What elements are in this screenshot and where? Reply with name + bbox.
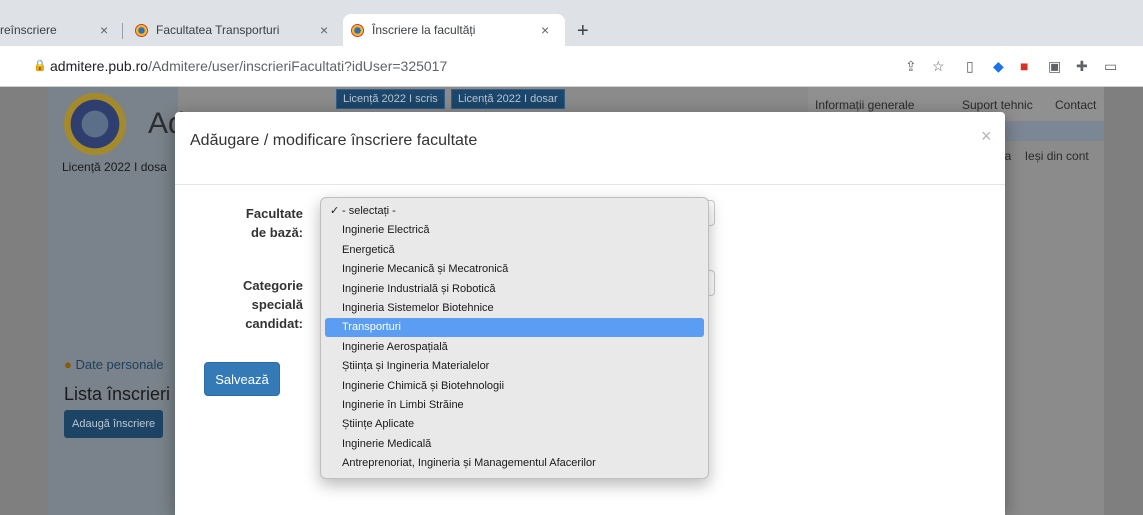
- extension-diamond-icon[interactable]: ◆: [993, 58, 1004, 75]
- faculty-label-line: Facultate: [245, 206, 303, 221]
- dropdown-option[interactable]: Inginerie Electrică: [325, 221, 704, 240]
- modal-title: Adăugare / modificare înscriere facultat…: [190, 132, 478, 149]
- upb-logo-icon: [135, 23, 148, 37]
- bookmark-star-icon[interactable]: ☆: [932, 58, 945, 75]
- session-label: Licență 2022 I dosa: [62, 160, 167, 174]
- nav-link-info[interactable]: Informații generale: [815, 98, 914, 112]
- dropdown-option-label: Antreprenoriat, Ingineria și Managementu…: [342, 457, 596, 470]
- dropdown-option-label: Inginerie Aerospațială: [342, 340, 448, 353]
- tab-label: Facultatea Transporturi: [156, 23, 280, 37]
- dropdown-option[interactable]: Știința și Ingineria Materialelor: [325, 357, 704, 376]
- close-icon[interactable]: ×: [981, 126, 992, 147]
- sidebar-icon[interactable]: ▭: [1104, 58, 1117, 75]
- dropdown-option-label: Știința și Ingineria Materialelor: [342, 360, 490, 373]
- dropdown-option-label: Energetică: [342, 243, 395, 256]
- puzzle-icon[interactable]: ✚: [1076, 58, 1088, 75]
- category-label-line: candidat:: [245, 316, 303, 331]
- url-host: admitere.pub.ro: [50, 58, 149, 74]
- share-icon[interactable]: ⇪: [905, 58, 917, 75]
- new-tab-button[interactable]: +: [577, 20, 589, 43]
- tab-label: Înscriere la facultăți: [372, 23, 476, 37]
- dropdown-option-label: Inginerie Chimică și Biotehnologii: [342, 379, 505, 392]
- dropdown-option[interactable]: ✓ - selectați -: [325, 202, 704, 221]
- add-inscriere-button[interactable]: Adaugă înscriere: [64, 410, 164, 438]
- close-tab-icon[interactable]: ×: [320, 22, 328, 38]
- dropdown-option-label: Ingineria Sistemelor Biotehnice: [342, 302, 494, 314]
- lock-icon[interactable]: 🔒: [33, 59, 47, 72]
- dropdown-option-label: Inginerie Industrială și Robotică: [342, 282, 496, 295]
- dropdown-option-label: Științe Aplicate: [342, 418, 415, 431]
- faculty-dropdown-list[interactable]: ✓ - selectați - Inginerie Electrică Energet…: [320, 197, 709, 479]
- address-bar[interactable]: 🔒 admitere.pub.ro/Admitere/user/inscrier…: [0, 46, 1143, 87]
- tab-separator: [122, 23, 123, 39]
- dropdown-option[interactable]: Ingineria Sistemelor Biotehnice: [325, 299, 704, 318]
- extension-red-icon[interactable]: ■: [1020, 58, 1028, 74]
- dropdown-option[interactable]: Inginerie Medicală: [325, 435, 704, 454]
- tab-label: reînscriere: [0, 23, 57, 37]
- category-label: Categorie specială candidat:: [215, 276, 303, 333]
- url-path: /Admitere/user/inscrieriFacultati?idUser…: [148, 58, 448, 74]
- tab-inscriere-facultati[interactable]: Înscriere la facultăți ×: [343, 14, 565, 46]
- url-text[interactable]: admitere.pub.ro/Admitere/user/inscrieriF…: [50, 58, 447, 74]
- user-links: la Ieși din cont: [1002, 149, 1099, 163]
- nav-link-contact[interactable]: Contact: [1055, 98, 1096, 112]
- extension-box-icon[interactable]: ▣: [1048, 58, 1061, 75]
- close-tab-icon[interactable]: ×: [541, 22, 549, 38]
- category-label-line: Categorie: [243, 278, 303, 293]
- modal-header: Adăugare / modificare înscriere facultat…: [175, 112, 1005, 185]
- dropdown-option-label: Inginerie Electrică: [342, 224, 430, 237]
- category-label-line: specială: [251, 297, 303, 312]
- lista-inscrieri-title: Lista înscrieri: [64, 384, 171, 404]
- date-personale-link[interactable]: ● Date personale: [64, 357, 164, 372]
- tab-facultatea-transporturi[interactable]: Facultatea Transporturi ×: [135, 14, 335, 46]
- tab-reinscriere[interactable]: reînscriere ×: [0, 14, 120, 46]
- save-button[interactable]: Salvează: [204, 362, 280, 396]
- left-band: [48, 87, 178, 515]
- dropdown-option[interactable]: Inginerie Industrială și Robotică: [325, 280, 704, 299]
- dropdown-option-label: Inginerie în Limbi Străine: [342, 399, 464, 411]
- checkmark-icon: ✓: [330, 205, 340, 217]
- warning-icon: ●: [64, 357, 72, 372]
- dropdown-option[interactable]: Inginerie Chimică și Biotehnologii: [325, 377, 704, 396]
- date-personale-label: Date personale: [75, 357, 164, 372]
- nav-link-support[interactable]: Suport tehnic: [962, 98, 1033, 112]
- dropdown-option-highlighted[interactable]: Transporturi: [325, 318, 704, 338]
- faculty-label: Facultate de bază:: [215, 204, 303, 242]
- nav-pill-dosar[interactable]: Licență 2022 I dosar: [451, 89, 565, 109]
- dropdown-option-label: Inginerie Medicală: [342, 437, 432, 450]
- logout-link[interactable]: Ieși din cont: [1025, 149, 1089, 163]
- dropdown-option-label: Transporturi: [342, 321, 401, 334]
- university-logo: [64, 93, 126, 155]
- upb-logo-icon: [351, 23, 364, 37]
- dropdown-option[interactable]: Energetică: [325, 241, 704, 260]
- dropdown-option[interactable]: Inginerie Mecanică și Mecatronică: [325, 260, 704, 279]
- dropdown-option-label: - selectați -: [342, 205, 396, 217]
- dropdown-option[interactable]: Inginerie Aerospațială: [325, 338, 704, 357]
- extension-icon[interactable]: ▯: [966, 58, 974, 75]
- dropdown-option[interactable]: Științe Aplicate: [325, 415, 704, 434]
- nav-pill-scris[interactable]: Licență 2022 I scris: [336, 89, 445, 109]
- close-tab-icon[interactable]: ×: [100, 22, 108, 38]
- browser-tab-strip: reînscriere × Facultatea Transporturi × …: [0, 0, 1143, 46]
- dropdown-option[interactable]: Inginerie în Limbi Străine: [325, 396, 704, 415]
- faculty-label-line: de bază:: [250, 225, 303, 240]
- dropdown-option[interactable]: Antreprenoriat, Ingineria și Managementu…: [325, 454, 704, 473]
- dropdown-option-label: Inginerie Mecanică și Mecatronică: [342, 263, 509, 276]
